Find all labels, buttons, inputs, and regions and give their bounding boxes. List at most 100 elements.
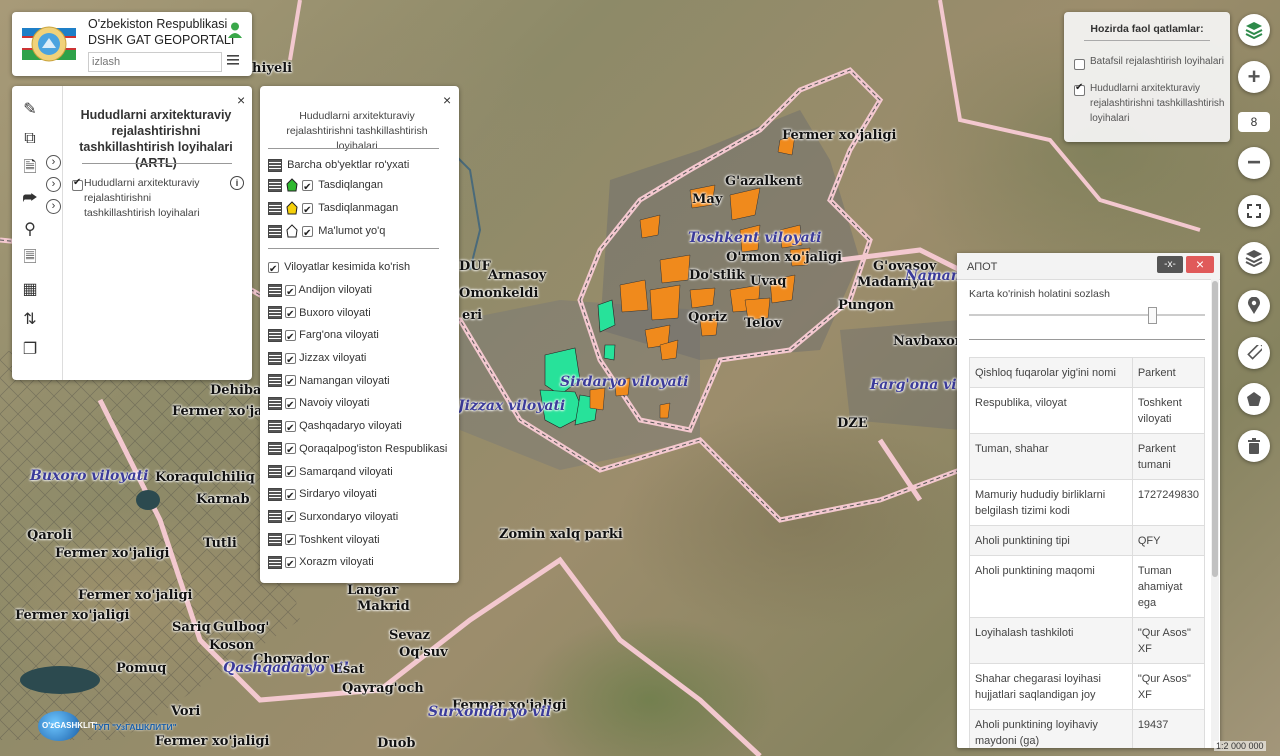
region-checkbox[interactable] (285, 418, 297, 440)
edit-icon[interactable]: ✎ (12, 94, 48, 124)
table-icon (268, 201, 282, 215)
map-label: Farg'ona vil (870, 377, 962, 393)
region-checkbox[interactable] (285, 486, 297, 508)
attr-value: "Qur Asos" XF (1131, 663, 1205, 710)
map-label: Esat (333, 662, 365, 677)
region-row[interactable]: Surxondaryo viloyati (268, 506, 447, 531)
close-icon[interactable]: × (237, 92, 245, 108)
region-checkbox[interactable] (285, 327, 297, 350)
polygon-icon[interactable] (1238, 383, 1270, 415)
scrollbar-thumb[interactable] (1212, 281, 1218, 577)
region-label: Andijon viloyati (298, 284, 372, 296)
map-label: Qaroli (27, 528, 73, 543)
region-checkbox[interactable] (285, 531, 297, 554)
active-layers-divider (1084, 40, 1210, 41)
location-pin-icon[interactable] (1238, 290, 1270, 322)
zoom-level: 8 (1238, 112, 1270, 132)
region-checkbox[interactable] (285, 440, 297, 463)
trash-icon[interactable] (1238, 430, 1270, 462)
layers-green-icon[interactable] (1238, 14, 1270, 46)
table-row: Loyihalash tashkiloti "Qur Asos" XF (969, 617, 1205, 664)
status-row[interactable]: Ma'lumot yo'q (268, 220, 385, 245)
map-label: Surxondaryo vil (428, 704, 551, 720)
opacity-slider-track[interactable] (969, 307, 1205, 324)
building-icon[interactable]: ▦ (12, 274, 48, 304)
scrollbar[interactable] (1211, 279, 1219, 748)
minimize-button[interactable]: -x- (1157, 256, 1183, 273)
table-icon (268, 158, 282, 172)
region-row[interactable]: Andijon viloyati (268, 279, 447, 304)
map-label: hiyeli (252, 61, 293, 76)
region-label: Farg'ona viloyati (299, 329, 379, 342)
region-checkbox[interactable] (285, 304, 297, 327)
region-checkbox[interactable] (285, 350, 297, 372)
duplicate-icon[interactable]: ❐ (12, 334, 48, 364)
status-checkbox[interactable] (302, 177, 314, 199)
table-icon (268, 328, 282, 342)
info-panel-title: АПОТ (967, 261, 998, 273)
fullscreen-icon[interactable] (1238, 195, 1270, 227)
region-checkbox[interactable] (285, 508, 297, 531)
zoom-in-icon[interactable]: + (1238, 61, 1270, 93)
region-row[interactable]: Buxoro viloyati (268, 302, 447, 327)
ruler-icon[interactable] (1238, 337, 1270, 369)
info-icon[interactable]: i (230, 176, 244, 190)
region-row[interactable]: Farg'ona viloyati (268, 324, 447, 350)
status-checkbox[interactable] (302, 200, 314, 222)
status-row[interactable]: Tasdiqlanmagan (268, 197, 398, 222)
opacity-slider-thumb[interactable] (1148, 307, 1158, 324)
active-layer-checkbox[interactable] (1074, 57, 1085, 71)
by-region-checkbox[interactable] (268, 259, 279, 281)
status-row[interactable]: Tasdiqlangan (268, 174, 383, 199)
close-icon[interactable]: × (443, 92, 451, 108)
map-label: Pomuq (116, 661, 167, 676)
region-row[interactable]: Qoraqalpog'iston Respublikasi (268, 438, 447, 463)
sort-icon[interactable]: ⇅ (12, 304, 48, 334)
region-checkbox[interactable] (285, 463, 297, 486)
copy-icon[interactable]: ⧉ (12, 124, 48, 154)
close-button[interactable]: × (1186, 256, 1214, 273)
map-label: Uvaq (750, 274, 787, 289)
document-icon[interactable]: 🗎 (12, 154, 48, 184)
status-checkbox[interactable] (302, 223, 314, 245)
attr-value: Toshkent viloyati (1131, 387, 1205, 434)
table-icon (268, 487, 282, 501)
user-icon[interactable] (228, 22, 242, 38)
zoom-out-icon[interactable]: − (1238, 147, 1270, 179)
artl-layer-checkbox[interactable] (72, 177, 83, 192)
region-checkbox[interactable] (285, 554, 297, 577)
expand-arrow-icon[interactable]: › (46, 199, 61, 214)
info-table-scroll[interactable]: Qishloq fuqarolar yig'ini nomi Parkent Re… (969, 357, 1205, 748)
expand-arrow-icon[interactable]: › (46, 155, 61, 170)
region-row[interactable]: Sirdaryo viloyati (268, 483, 447, 508)
file-icon[interactable]: 🗏 (12, 244, 48, 274)
active-layer-checkbox[interactable] (1074, 82, 1085, 97)
by-region-row[interactable]: Viloyatlar kesimida ko'rish (268, 256, 410, 281)
region-row[interactable]: Samarqand viloyati (268, 461, 447, 486)
region-row[interactable]: Namangan viloyati (268, 370, 447, 395)
app-title-line2: DSHK GAT GEOPORTALI (88, 33, 235, 47)
search-input[interactable] (88, 52, 222, 72)
attr-key: Aholi punktining maqomi (969, 555, 1133, 618)
map-label: Arnasoy (488, 268, 547, 283)
region-row[interactable]: Xorazm viloyati (268, 551, 447, 577)
region-checkbox[interactable] (285, 282, 297, 304)
region-label: Navoiy viloyati (299, 397, 370, 410)
map-label: Qashqadaryo vil (223, 660, 349, 676)
table-row: Tuman, shahar Parkent tumani (969, 433, 1205, 480)
location-pin-icon[interactable]: ⚲ (12, 214, 48, 244)
region-row[interactable]: Jizzax viloyati (268, 347, 447, 372)
region-checkbox[interactable] (285, 395, 297, 418)
title-divider (82, 163, 232, 164)
export-icon[interactable]: ⮫ (12, 184, 48, 214)
expand-arrow-icon[interactable]: › (46, 177, 61, 192)
region-row[interactable]: Toshkent viloyati (268, 529, 447, 554)
layers-icon[interactable] (1238, 242, 1270, 274)
left-toolbar: ✎ ⧉ 🗎 ⮫ ⚲ 🗏 ▦ ⇅ ❐ (12, 94, 48, 364)
hamburger-icon[interactable] (227, 54, 239, 66)
table-icon (268, 283, 282, 297)
attr-value: Parkent tumani (1131, 433, 1205, 480)
region-row[interactable]: Qashqadaryo viloyati (268, 415, 447, 440)
region-row[interactable]: Navoiy viloyati (268, 392, 447, 418)
region-checkbox[interactable] (285, 372, 297, 395)
